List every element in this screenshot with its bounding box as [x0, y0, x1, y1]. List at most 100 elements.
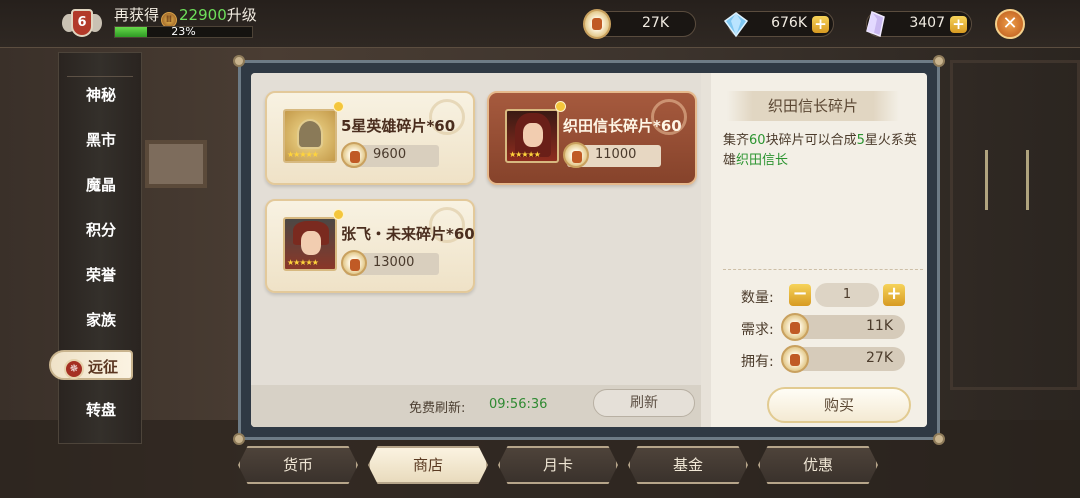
five-star-rating-icon: ★★★★★ — [287, 150, 319, 159]
portrait-face — [523, 123, 543, 147]
refresh-button[interactable]: 刷新 — [593, 389, 695, 417]
sidebar-item-label: 积分 — [85, 221, 116, 239]
gold-currency[interactable]: 27K — [583, 9, 696, 39]
sidebar-item-family[interactable]: 家族 — [59, 305, 143, 335]
detail-title: 织田信长碎片 — [727, 91, 899, 121]
refresh-countdown: 09:56:36 — [489, 397, 548, 412]
coin-icon — [781, 345, 809, 373]
tab-fund[interactable]: 基金 — [628, 446, 748, 484]
sidebar-item-label: 神秘 — [85, 86, 116, 104]
level-number: 6 — [71, 9, 93, 37]
shop-item-title: 张飞・未来碎片*60 — [341, 225, 475, 243]
sidebar-item-points[interactable]: 积分 — [59, 215, 143, 245]
crystal-icon — [866, 10, 885, 38]
sidebar-item-label: 转盘 — [85, 401, 116, 419]
panel-corner-ornament — [233, 433, 245, 445]
shop-item-price: 11000 — [563, 142, 661, 168]
diamond-currency[interactable]: 676K + — [723, 11, 834, 38]
exp-amount: 22900 — [179, 6, 227, 24]
tab-shop[interactable]: 商店 — [368, 446, 488, 484]
add-diamond-plus-icon[interactable]: + — [812, 16, 829, 33]
five-star-rating-icon: ★★★★★ — [287, 258, 319, 267]
quantity-decrease-button[interactable]: − — [789, 284, 811, 306]
plus-badge-icon — [333, 209, 344, 220]
price-value: 13000 — [373, 255, 415, 270]
coin-icon — [781, 313, 809, 341]
coin-icon — [341, 250, 367, 276]
background-painting — [145, 140, 207, 188]
quantity-label: 数量: — [741, 290, 774, 306]
desc-star-count: 5 — [856, 133, 865, 148]
sidebar-item-label: 魔晶 — [85, 176, 116, 194]
hero-portrait-icon: ★★★★★ — [505, 109, 559, 163]
plus-badge-icon — [555, 101, 566, 112]
close-icon[interactable]: ✕ — [995, 9, 1025, 39]
crystal-currency[interactable]: 3407 + — [866, 10, 972, 38]
hero-portrait-icon: ★★★★★ — [283, 217, 337, 271]
owned-label: 拥有: — [741, 354, 774, 370]
plus-badge-icon — [333, 101, 344, 112]
quantity-value[interactable]: 1 — [815, 283, 879, 307]
shop-item-grid: ★★★★★ 5星英雄碎片*60 9600 ★★★★★ 织田信长碎片*60 110… — [251, 73, 701, 427]
exp-progress-label: 23% — [171, 25, 196, 38]
panel-corner-ornament — [933, 433, 945, 445]
price-value: 11000 — [595, 147, 637, 162]
expedition-seal-icon: ✵ — [63, 359, 84, 379]
coin-icon — [341, 142, 367, 168]
detail-divider — [723, 269, 923, 270]
panel-content: ★★★★★ 5星英雄碎片*60 9600 ★★★★★ 织田信长碎片*60 110… — [251, 73, 927, 427]
required-cost: 11K — [781, 313, 905, 341]
required-label: 需求: — [741, 322, 774, 338]
sidebar-item-black-market[interactable]: 黑市 — [59, 125, 143, 155]
desc-count: 60 — [749, 133, 766, 148]
diamond-icon — [723, 12, 749, 38]
shop-category-sidebar: 神秘 黑市 魔晶 积分 荣誉 家族 ✵ 远征 转盘 — [49, 52, 143, 444]
shop-panel: ★★★★★ 5星英雄碎片*60 9600 ★★★★★ 织田信长碎片*60 110… — [233, 55, 945, 445]
detail-description: 集齐60块碎片可以合成5星火系英雄织田信长 — [723, 131, 923, 171]
top-bar: 6 再获得 Ⅲ 22900升级 23% 27K 676K + 3407 + ✕ — [0, 0, 1080, 48]
tab-monthly-card[interactable]: 月卡 — [498, 446, 618, 484]
sidebar-item-label: 家族 — [85, 311, 116, 329]
exp-suffix: 升级 — [226, 6, 257, 24]
level-badge[interactable]: 6 — [62, 6, 102, 42]
free-refresh-label: 免费刷新: — [409, 401, 466, 416]
sidebar-item-label: 荣誉 — [85, 266, 116, 284]
shop-item-price: 9600 — [341, 142, 439, 168]
sidebar-item-honor[interactable]: 荣誉 — [59, 260, 143, 290]
helmet-icon: ★★★★★ — [283, 109, 337, 163]
five-star-rating-icon: ★★★★★ — [509, 150, 541, 159]
shop-item-title: 织田信长碎片*60 — [563, 117, 682, 135]
shop-item-title: 5星英雄碎片*60 — [341, 117, 456, 135]
shop-item-price: 13000 — [341, 250, 439, 276]
owned-value: 27K — [866, 350, 893, 366]
quantity-increase-button[interactable]: + — [883, 284, 905, 306]
desc-text: 块碎片可以合成 — [765, 133, 857, 148]
sidebar-item-label: 远征 — [87, 358, 118, 376]
desc-hero-name: 织田信长 — [736, 153, 789, 168]
coin-icon — [563, 142, 589, 168]
owned-amount: 27K — [781, 345, 905, 373]
buy-button[interactable]: 购买 — [767, 387, 911, 423]
helmet-shape — [297, 119, 323, 149]
tab-offers[interactable]: 优惠 — [758, 446, 878, 484]
portrait-face — [301, 231, 321, 255]
background-candelabra — [985, 150, 1029, 210]
shop-item-card[interactable]: ★★★★★ 张飞・未来碎片*60 13000 — [265, 199, 475, 293]
sidebar-item-expedition[interactable]: ✵ 远征 — [49, 350, 133, 380]
add-crystal-plus-icon[interactable]: + — [950, 16, 967, 33]
tab-currency[interactable]: 货币 — [238, 446, 358, 484]
diamond-amount: 676K — [771, 15, 807, 31]
panel-corner-ornament — [233, 55, 245, 67]
sidebar-item-wheel[interactable]: 转盘 — [59, 395, 143, 425]
background-window — [950, 60, 1080, 390]
sidebar-item-mystery[interactable]: 神秘 — [59, 80, 143, 110]
required-value: 11K — [866, 318, 893, 334]
sidebar-item-magic-crystal[interactable]: 魔晶 — [59, 170, 143, 200]
sidebar-item-label: 黑市 — [85, 131, 116, 149]
shop-item-card[interactable]: ★★★★★ 5星英雄碎片*60 9600 — [265, 91, 475, 185]
sidebar-ornament — [67, 57, 133, 77]
crystal-amount: 3407 — [909, 15, 945, 31]
exp-progress-bar: 23% — [114, 25, 253, 38]
shop-item-card-selected[interactable]: ★★★★★ 织田信长碎片*60 11000 — [487, 91, 697, 185]
exp-prefix: 再获得 — [114, 6, 160, 24]
